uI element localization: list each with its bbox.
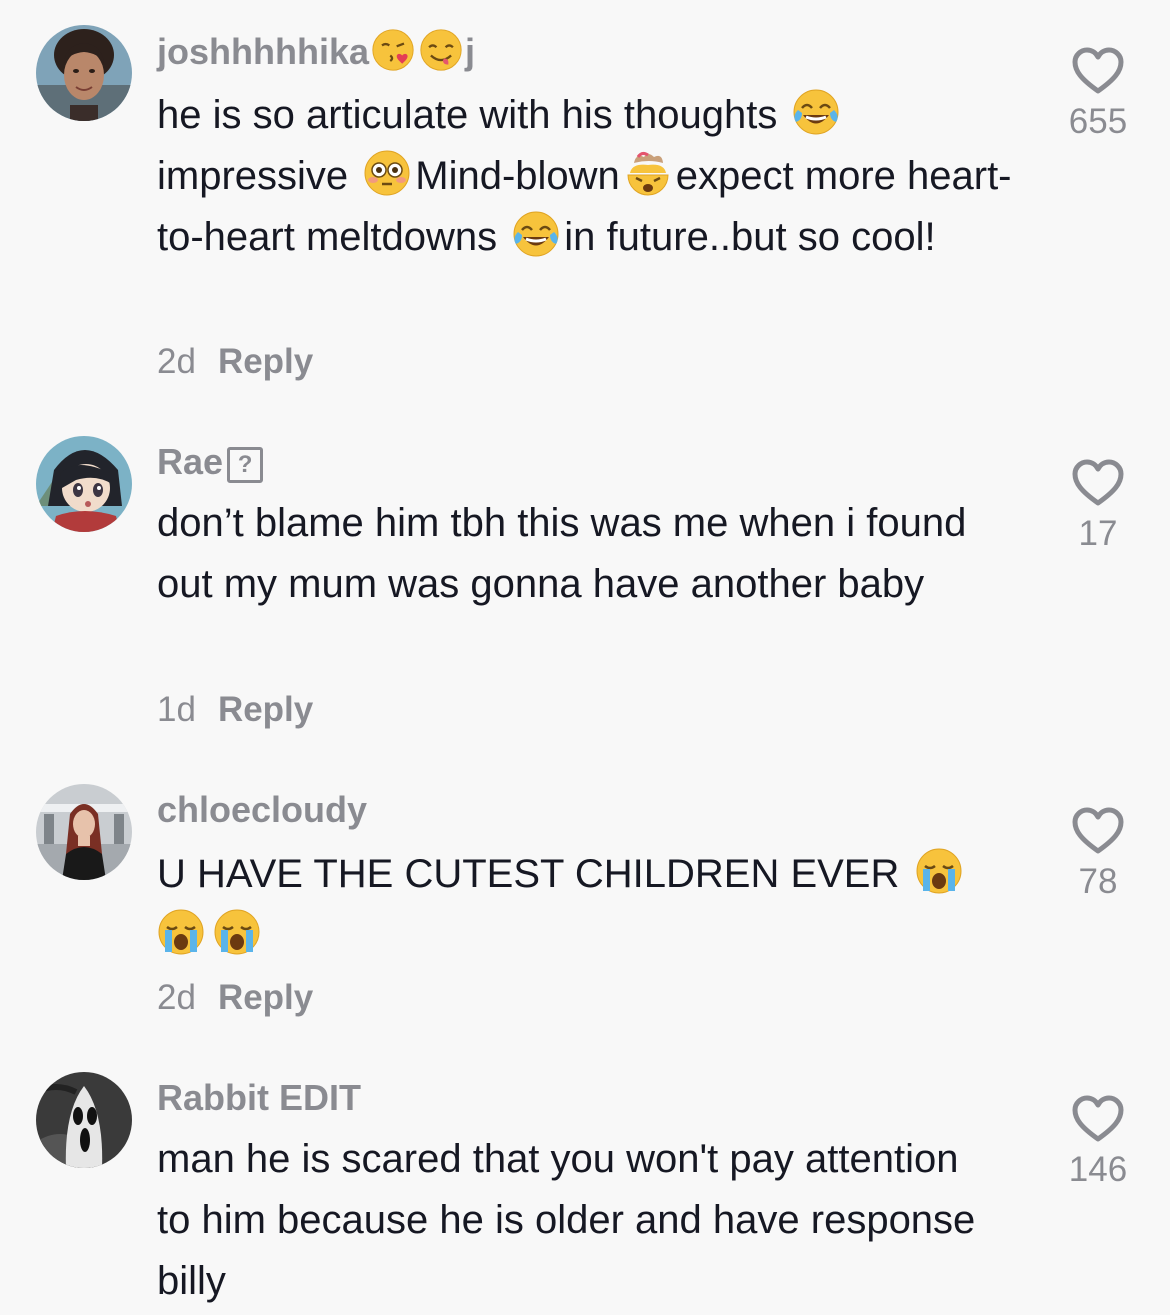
- comment-text-part: Mind-blown: [415, 154, 620, 198]
- heart-outline-icon: [1072, 459, 1124, 506]
- comment-age: 2d: [157, 978, 196, 1017]
- unsupported-glyph-box: ?: [227, 447, 264, 483]
- heart-outline-icon: [1072, 807, 1124, 854]
- comment-text-part: impressive: [157, 154, 360, 198]
- loudly-crying-face-emoji: [916, 848, 961, 894]
- username-text: Rae: [157, 441, 224, 482]
- reply-button[interactable]: Reply: [218, 690, 313, 729]
- username-suffix: j: [465, 31, 476, 72]
- comment-text: don’t blame him tbh this was me when i f…: [157, 501, 967, 606]
- face-blowing-kiss-emoji: [372, 29, 414, 71]
- like-count: 78: [1078, 862, 1118, 901]
- avatar[interactable]: [36, 25, 132, 121]
- like-count: 146: [1068, 1150, 1128, 1189]
- comment-text: he is so articulate with his thoughts im…: [157, 85, 1017, 268]
- heart-outline-icon: [1072, 1095, 1124, 1142]
- comment-text-part: in future..but so cool!: [564, 215, 936, 259]
- heart-outline-icon: [1072, 47, 1124, 94]
- avatar[interactable]: [36, 1072, 132, 1168]
- loudly-crying-face-emoji: [158, 909, 204, 955]
- comment-item: chloecloudy U HAVE THE CUTEST CHILDREN E…: [0, 768, 1170, 1058]
- avatar[interactable]: [36, 436, 132, 532]
- exploding-head-emoji: [627, 151, 669, 196]
- reply-button[interactable]: Reply: [218, 978, 313, 1017]
- like-count: 655: [1068, 102, 1128, 141]
- flushed-face-emoji: [364, 150, 410, 196]
- loudly-crying-face-emoji: [214, 909, 260, 955]
- like-button[interactable]: 655: [1052, 46, 1144, 142]
- comment-text: man he is scared that you won't pay atte…: [157, 1137, 976, 1303]
- like-button[interactable]: 17: [1052, 458, 1144, 554]
- comment-meta: 2d Reply: [157, 976, 313, 1020]
- comment-username[interactable]: Rabbit EDIT: [157, 1076, 361, 1120]
- username-text: joshhhhhika: [157, 31, 370, 72]
- comment-text-part: U HAVE THE CUTEST CHILDREN EVER: [157, 852, 900, 896]
- reply-button[interactable]: Reply: [218, 342, 313, 381]
- like-count: 17: [1078, 514, 1118, 553]
- comment-meta: 2d Reply: [157, 340, 313, 384]
- comment-item: joshhhhhika j he is so articulate with hi…: [0, 0, 1170, 400]
- face-with-tears-of-joy-emoji: [513, 211, 559, 257]
- comment-item: Rae? don’t blame him tbh this was me whe…: [0, 420, 1170, 750]
- comment-username[interactable]: chloecloudy: [157, 788, 367, 832]
- avatar[interactable]: [36, 784, 132, 880]
- comment-item: Rabbit EDIT man he is scared that you wo…: [0, 1056, 1170, 1315]
- comment-username[interactable]: Rae?: [157, 440, 264, 484]
- comment-meta: 1d Reply: [157, 688, 313, 732]
- face-with-tears-of-joy-emoji: [793, 89, 839, 135]
- comment-text: U HAVE THE CUTEST CHILDREN EVER: [157, 844, 1017, 966]
- like-button[interactable]: 78: [1052, 806, 1144, 902]
- comment-age: 1d: [157, 690, 196, 729]
- comment-text-part: he is so articulate with his thoughts: [157, 93, 789, 137]
- comment-username[interactable]: joshhhhhika j: [157, 28, 475, 74]
- face-savoring-food-emoji: [420, 29, 462, 71]
- like-button[interactable]: 146: [1052, 1094, 1144, 1190]
- comment-age: 2d: [157, 342, 196, 381]
